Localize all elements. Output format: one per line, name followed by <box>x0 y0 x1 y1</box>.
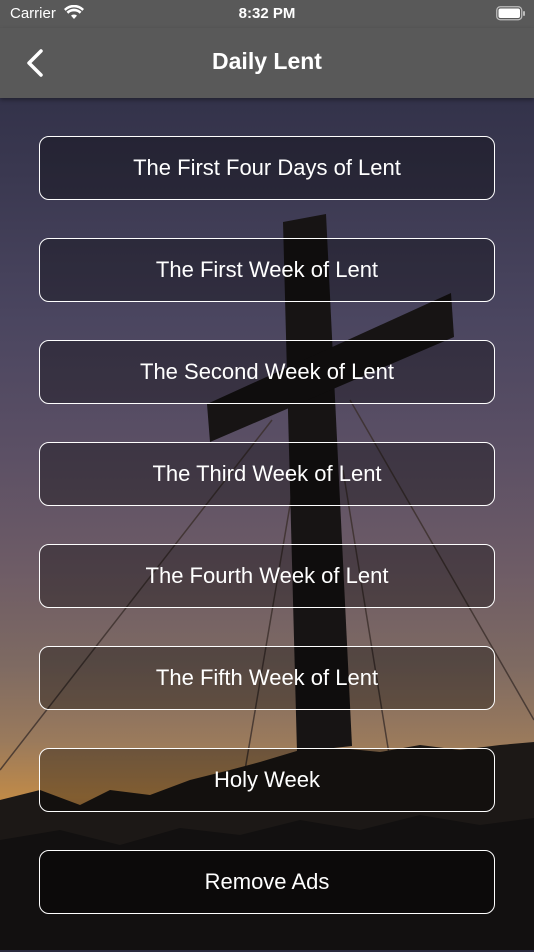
holy-week-button[interactable]: Holy Week <box>39 748 495 812</box>
fifth-week-button[interactable]: The Fifth Week of Lent <box>39 646 495 710</box>
status-bar: Carrier 8:32 PM <box>0 0 534 28</box>
remove-ads-button[interactable]: Remove Ads <box>39 850 495 914</box>
second-week-button[interactable]: The Second Week of Lent <box>39 340 495 404</box>
fourth-week-button[interactable]: The Fourth Week of Lent <box>39 544 495 608</box>
navigation-bar: Daily Lent <box>0 28 534 98</box>
lent-menu: The First Four Days of Lent The First We… <box>39 136 495 952</box>
page-title: Daily Lent <box>212 48 322 74</box>
third-week-button[interactable]: The Third Week of Lent <box>39 442 495 506</box>
first-week-button[interactable]: The First Week of Lent <box>39 238 495 302</box>
first-four-days-button[interactable]: The First Four Days of Lent <box>39 136 495 200</box>
battery-icon <box>496 6 526 21</box>
clock: 8:32 PM <box>238 5 296 22</box>
